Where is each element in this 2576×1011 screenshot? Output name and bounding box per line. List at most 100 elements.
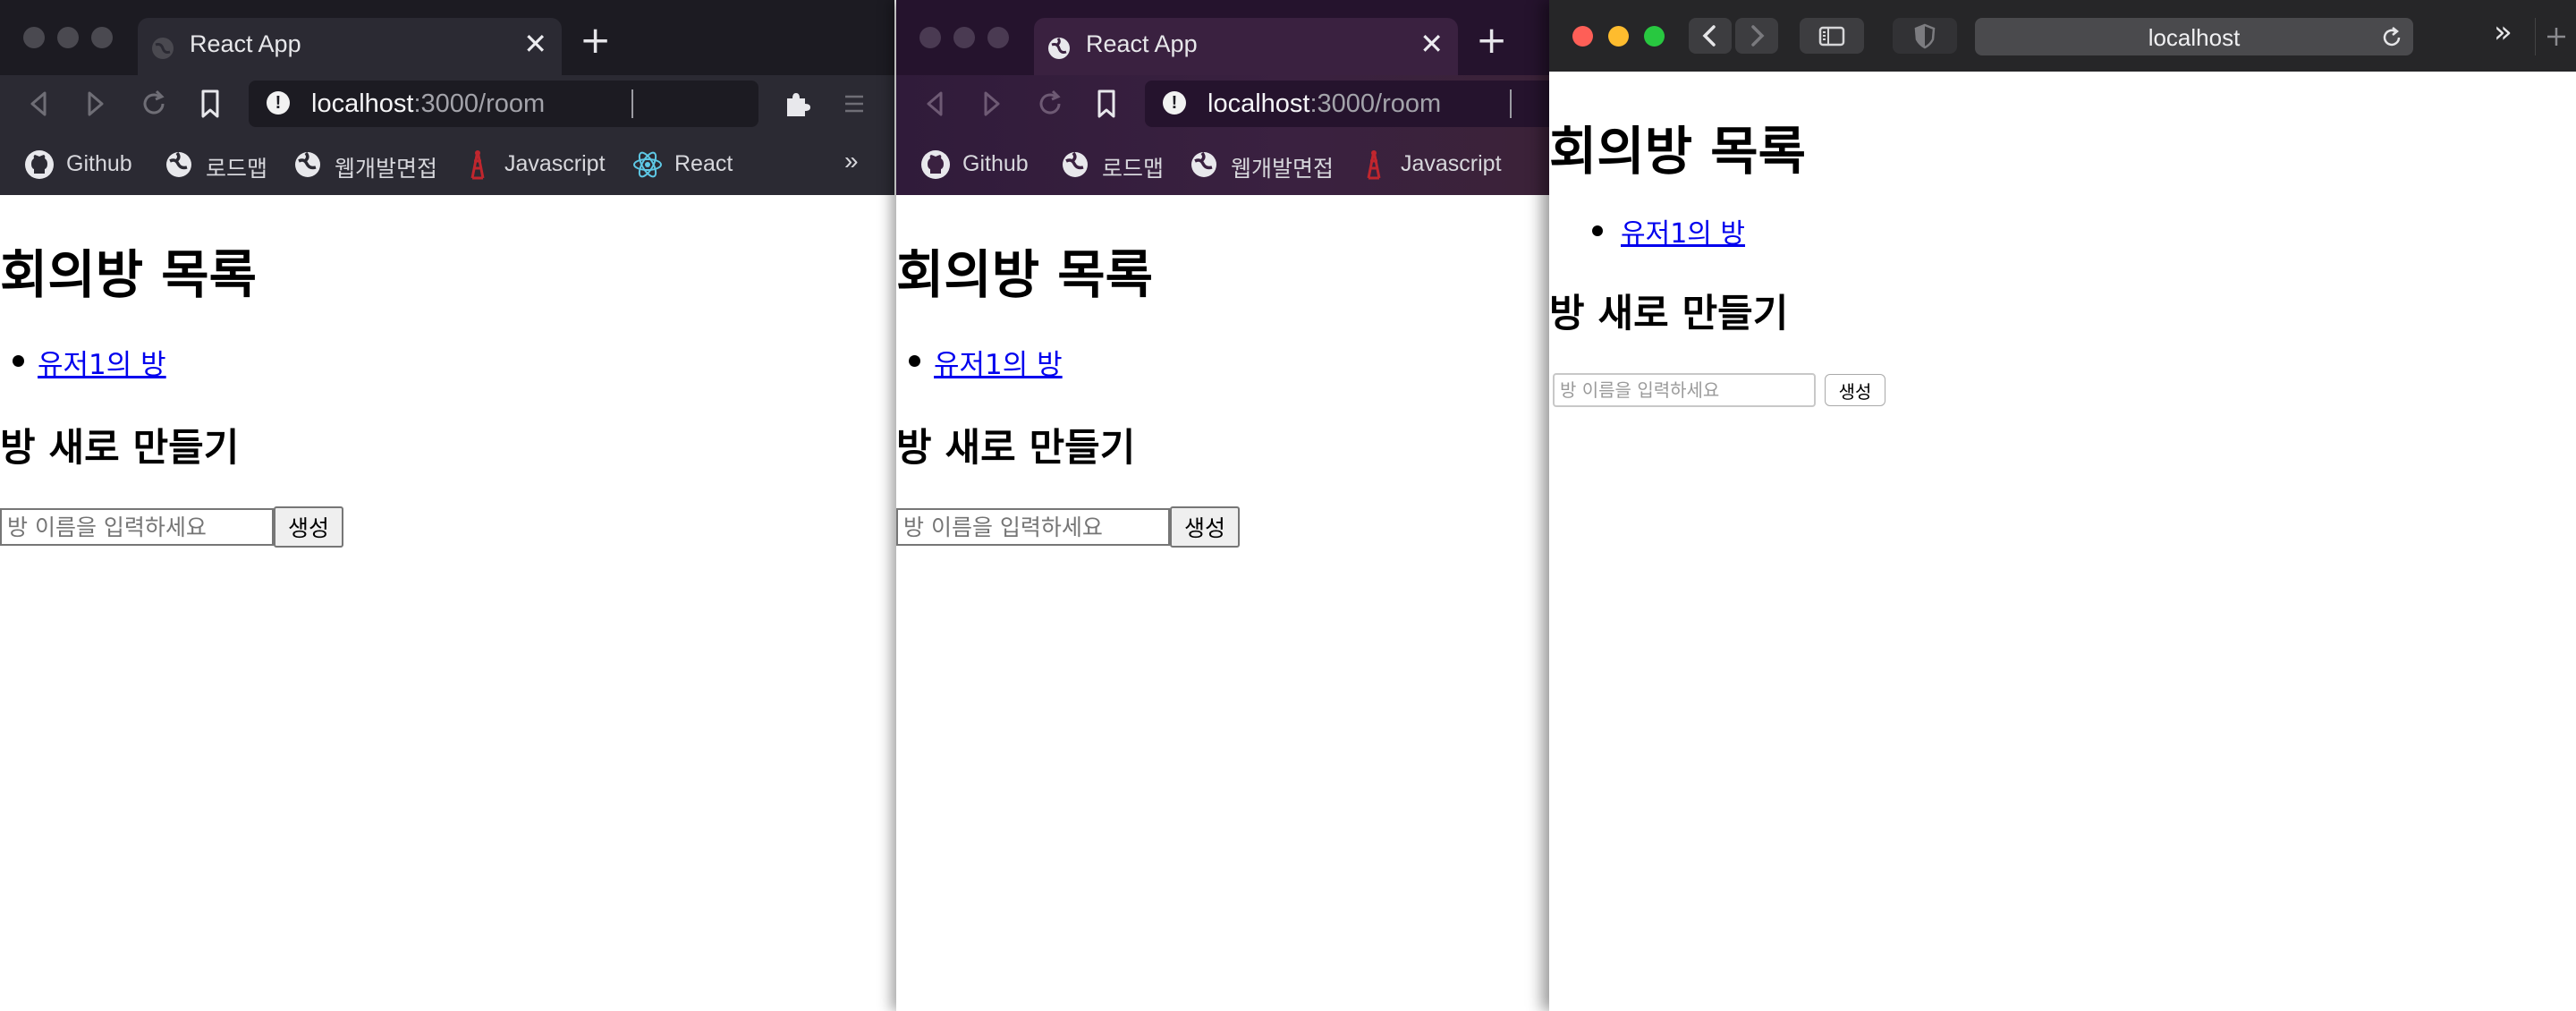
tab-strip: React App ✕ +	[896, 0, 1549, 75]
room-list: 유저1의 방	[909, 342, 1063, 382]
tab-strip: React App ✕ +	[0, 0, 894, 75]
tab-title: React App	[1086, 30, 1198, 57]
close-tab-icon[interactable]: ✕	[1419, 27, 1444, 61]
menu-icon[interactable]	[843, 88, 866, 120]
tab-title: React App	[190, 30, 301, 57]
create-room-button[interactable]: 생성	[1170, 506, 1240, 548]
forward-icon[interactable]	[84, 88, 107, 120]
globe-icon	[152, 38, 174, 59]
chevron-left-icon	[1702, 25, 1716, 47]
window-controls	[919, 27, 1021, 52]
close-window-button[interactable]	[23, 27, 45, 48]
page-title: 회의방 목록	[896, 244, 1153, 305]
bookmark-icon[interactable]	[1095, 88, 1118, 120]
globe-icon	[295, 151, 320, 177]
room-name-input[interactable]	[1553, 373, 1816, 407]
reload-icon[interactable]	[2379, 25, 2404, 50]
create-room-button[interactable]: 생성	[274, 506, 343, 548]
tab-react-app[interactable]: React App ✕	[1034, 18, 1458, 75]
zoom-window-button[interactable]	[987, 27, 1009, 48]
room-link[interactable]: 유저1의 방	[1621, 218, 1745, 250]
address-bar[interactable]: ! localhost:3000/room	[1145, 81, 1549, 127]
back-icon[interactable]	[27, 88, 50, 120]
room-link[interactable]: 유저1의 방	[934, 349, 1063, 381]
create-room-button[interactable]: 생성	[1825, 374, 1885, 406]
room-list: 유저1의 방	[1592, 211, 1745, 251]
back-button[interactable]	[1689, 18, 1732, 54]
room-list: 유저1의 방	[13, 342, 166, 382]
site-info-icon[interactable]: !	[267, 91, 290, 115]
page-title: 회의방 목록	[1549, 121, 1806, 182]
github-icon	[921, 150, 950, 179]
github-icon	[25, 150, 54, 179]
browser-window-2: React App ✕ + ! localhost:3000/room Gith…	[896, 0, 1549, 1011]
close-window-button[interactable]	[919, 27, 941, 48]
bookmark-label: 로드맵	[206, 157, 268, 182]
back-icon[interactable]	[923, 88, 946, 120]
chevron-right-icon	[1751, 25, 1765, 47]
list-bullet	[1592, 225, 1603, 236]
create-room-heading: 방 새로 만들기	[1549, 292, 1789, 336]
browser-window-3: localhost » 회의방 목록 유저1의 방 방 새로 만들기 생성	[1549, 0, 2576, 1011]
minimize-window-button[interactable]	[953, 27, 975, 48]
plus-icon	[2547, 28, 2565, 46]
tab-react-app[interactable]: React App ✕	[138, 18, 562, 75]
zoom-window-button[interactable]	[1644, 26, 1665, 47]
reload-icon[interactable]	[140, 88, 168, 120]
browser-chrome: React App ✕ + ! localhost:3000/room Gith…	[0, 0, 894, 195]
bookmark-label: Javascript	[1401, 151, 1502, 176]
globe-icon	[166, 151, 191, 177]
room-name-input[interactable]	[0, 508, 274, 546]
shield-icon	[1914, 23, 1936, 49]
list-item: 유저1의 방	[1592, 211, 1745, 251]
url-host: localhost	[311, 89, 414, 118]
bookmark-label: Github	[962, 151, 1029, 176]
list-item: 유저1의 방	[909, 342, 1063, 382]
bookmark-icon[interactable]	[199, 88, 222, 120]
page-content: 회의방 목록 유저1의 방 방 새로 만들기 생성	[896, 195, 1549, 1011]
close-window-button[interactable]	[1572, 26, 1593, 47]
browser-chrome: React App ✕ + ! localhost:3000/room Gith…	[896, 0, 1549, 195]
address-bar[interactable]: ! localhost:3000/room	[249, 81, 758, 127]
toolbar-overflow-button[interactable]: »	[2494, 14, 2512, 50]
minimize-window-button[interactable]	[1608, 26, 1629, 47]
forward-button[interactable]	[1735, 18, 1778, 54]
room-name-input[interactable]	[896, 508, 1170, 546]
sidebar-button[interactable]	[1800, 18, 1864, 54]
react-icon	[633, 151, 662, 178]
new-tab-button[interactable]: +	[580, 21, 611, 59]
globe-icon	[1191, 151, 1216, 177]
close-tab-icon[interactable]: ✕	[523, 27, 547, 61]
bookmark-label: 웹개발면접	[1231, 157, 1335, 182]
url-path: :3000/room	[1309, 89, 1442, 118]
zoom-window-button[interactable]	[91, 27, 113, 48]
javascript-tower-icon	[470, 150, 485, 180]
create-room-heading: 방 새로 만들기	[0, 426, 240, 471]
address-field[interactable]: localhost	[1975, 18, 2576, 55]
bookmarks-bar: Github 로드맵 웹개발면접 Javascript React »	[0, 140, 894, 184]
url-path: :3000/room	[413, 89, 546, 118]
new-tab-button[interactable]	[2535, 18, 2576, 55]
globe-icon	[1063, 151, 1088, 177]
forward-icon[interactable]	[980, 88, 1004, 120]
toolbar-divider	[1510, 89, 1512, 118]
bookmark-label: 웹개발면접	[335, 157, 438, 182]
site-info-icon[interactable]: !	[1163, 91, 1186, 115]
page-title: 회의방 목록	[0, 244, 257, 305]
list-bullet	[909, 355, 920, 367]
extensions-icon[interactable]	[782, 88, 812, 120]
list-item: 유저1의 방	[13, 342, 166, 382]
url-host: localhost	[1208, 89, 1310, 118]
bookmarks-bar: Github 로드맵 웹개발면접 Javascript	[896, 140, 1549, 184]
privacy-report-button[interactable]	[1893, 18, 1957, 54]
reload-icon[interactable]	[1036, 88, 1064, 120]
new-tab-button[interactable]: +	[1476, 21, 1507, 59]
page-content: 회의방 목록 유저1의 방 방 새로 만들기 생성	[1549, 72, 2576, 1011]
bookmark-label: Github	[66, 151, 132, 176]
minimize-window-button[interactable]	[57, 27, 79, 48]
bookmark-label: React	[674, 151, 733, 176]
safari-toolbar: localhost »	[1549, 0, 2576, 72]
room-link[interactable]: 유저1의 방	[38, 349, 166, 381]
window-controls	[23, 27, 125, 52]
sidebar-icon	[1818, 26, 1845, 47]
